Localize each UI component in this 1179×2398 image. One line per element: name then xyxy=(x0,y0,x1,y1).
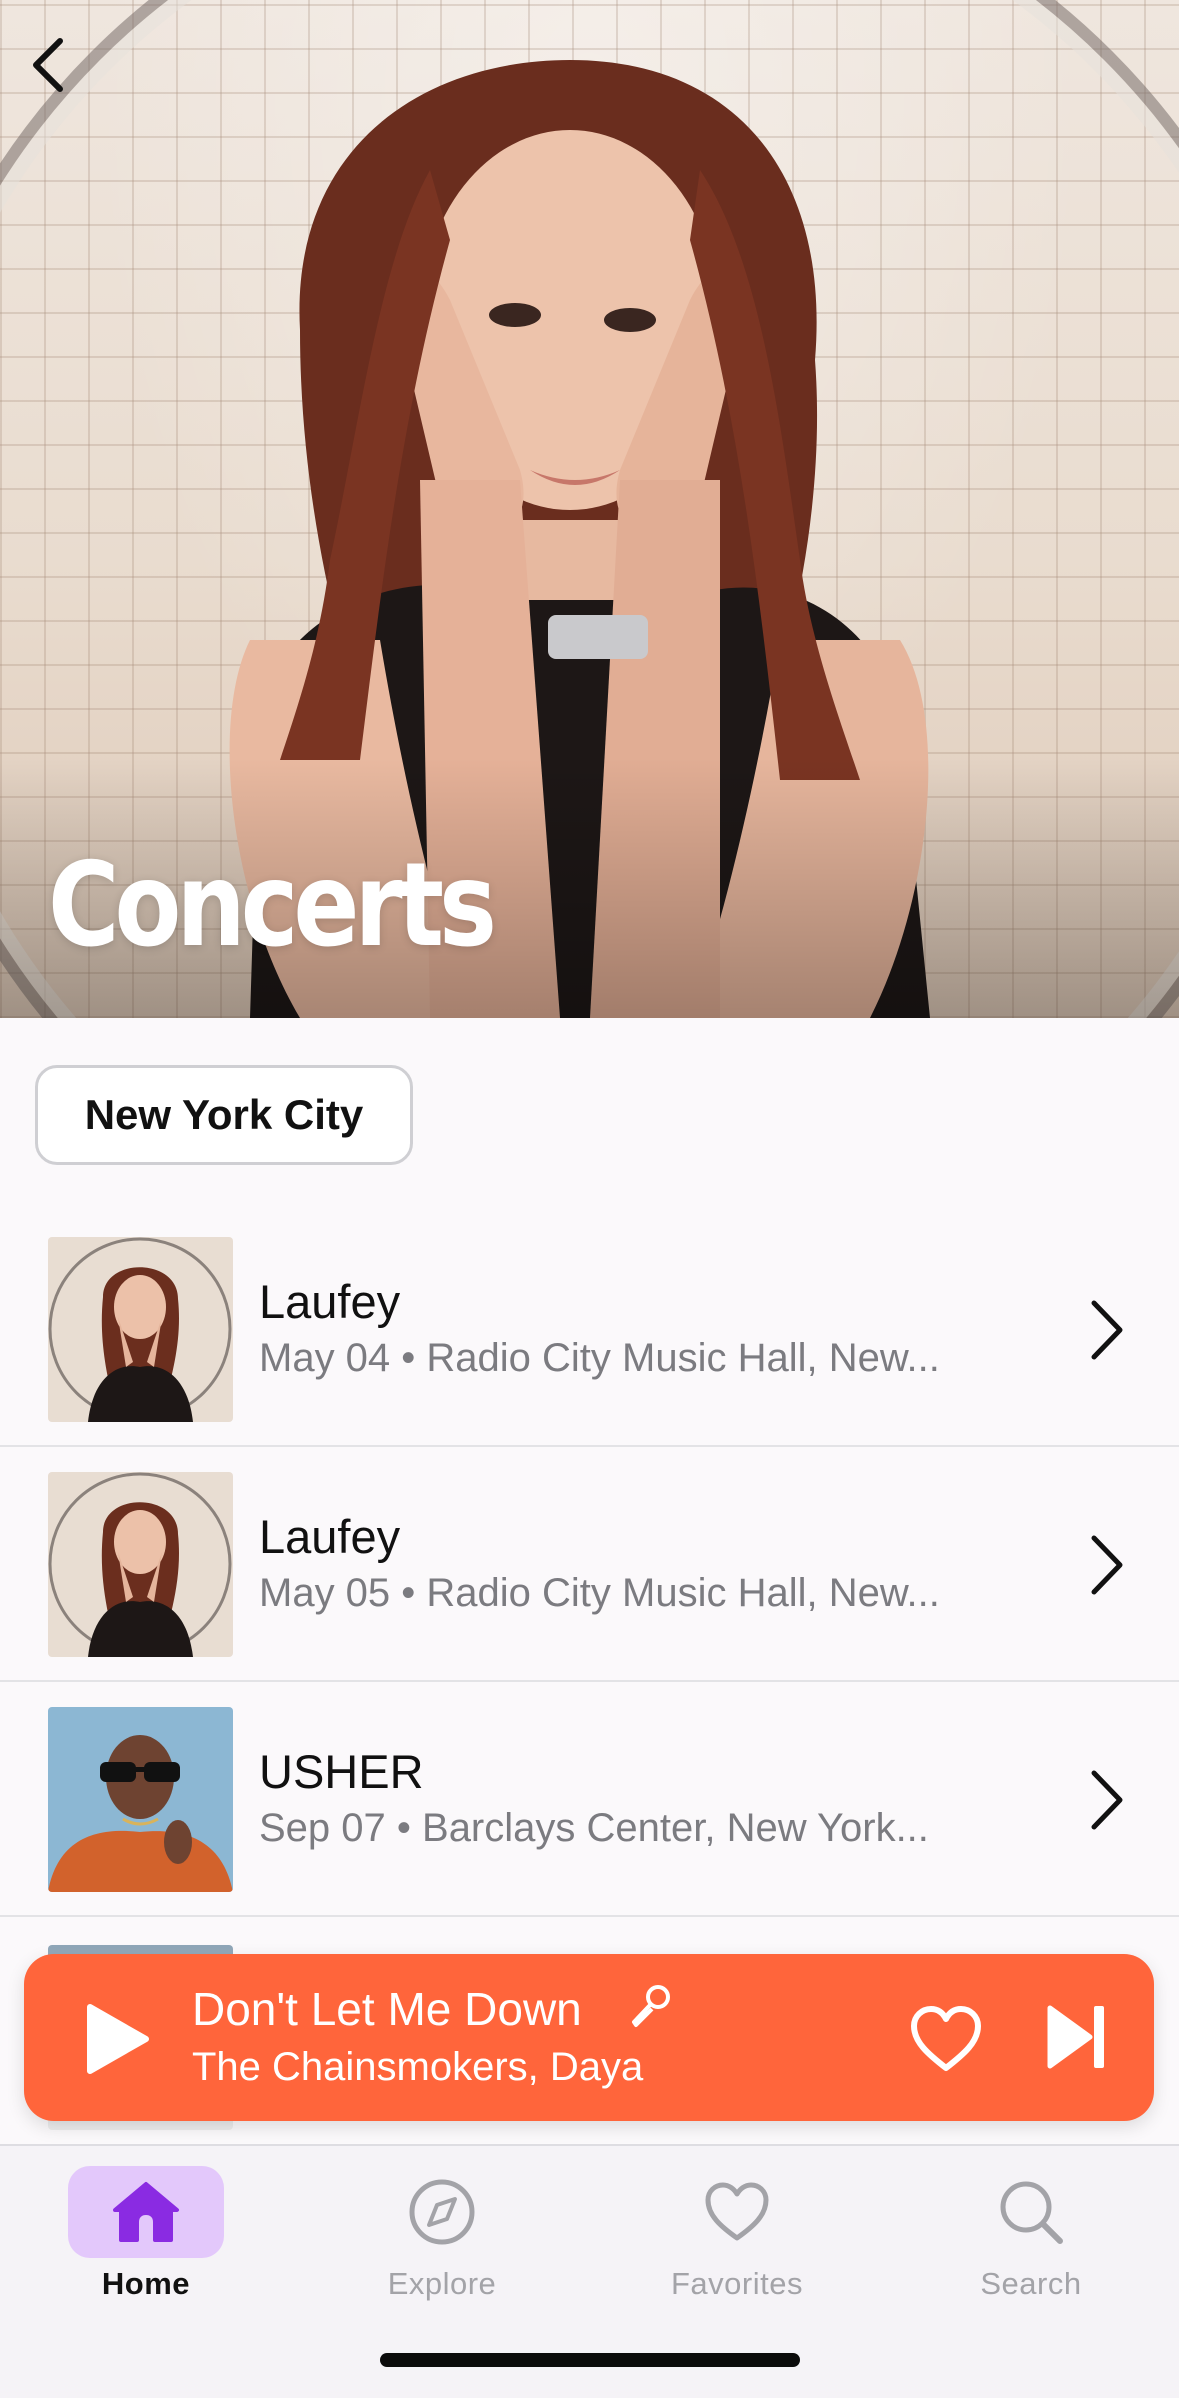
concert-artist: Laufey xyxy=(259,1510,401,1563)
house-icon xyxy=(113,2182,179,2242)
tab-explore-label: Explore xyxy=(387,2266,497,2301)
hero-banner: Concerts xyxy=(0,0,1179,1018)
chevron-right-icon xyxy=(1091,1300,1123,1360)
now-playing-title: Don't Let Me Down xyxy=(192,1983,582,2035)
tab-home[interactable]: Home xyxy=(35,2156,235,2301)
now-playing-bar[interactable]: Don't Let Me Down The Chainsmokers, Daya xyxy=(24,1954,1154,2121)
concert-details: Sep 07 • Barclays Center, New York... xyxy=(259,1806,929,1850)
tab-home-label: Home xyxy=(101,2266,191,2301)
artist-thumbnail xyxy=(48,1472,233,1657)
tab-favorites-icon-area xyxy=(659,2166,815,2258)
tab-search-icon-area xyxy=(953,2166,1109,2258)
tab-home-highlight xyxy=(68,2166,224,2258)
tab-favorites[interactable]: Favorites xyxy=(626,2156,826,2301)
location-filter-button[interactable]: New York City xyxy=(35,1065,413,1165)
artist-thumbnail xyxy=(48,1237,233,1422)
tab-explore[interactable]: Explore xyxy=(331,2156,531,2301)
home-indicator xyxy=(380,2353,800,2367)
now-playing-artist: The Chainsmokers, Daya xyxy=(192,2045,644,2089)
next-track-icon[interactable] xyxy=(1044,2002,1110,2072)
concert-row[interactable]: USHER Sep 07 • Barclays Center, New York… xyxy=(0,1682,1179,1917)
laufey-thumbnail-image xyxy=(48,1472,233,1657)
concert-row[interactable]: Laufey May 04 • Radio City Music Hall, N… xyxy=(0,1212,1179,1447)
heart-icon[interactable] xyxy=(908,2004,984,2074)
tab-explore-icon-area xyxy=(364,2166,520,2258)
artist-thumbnail xyxy=(48,1707,233,1892)
compass-icon xyxy=(409,2179,475,2245)
microphone-icon xyxy=(632,1985,670,2027)
heart-icon xyxy=(705,2182,769,2241)
page-title: Concerts xyxy=(48,838,497,973)
concert-row[interactable]: Laufey May 05 • Radio City Music Hall, N… xyxy=(0,1447,1179,1682)
concert-details: May 04 • Radio City Music Hall, New... xyxy=(259,1336,940,1380)
back-button[interactable] xyxy=(18,30,78,100)
concert-artist: USHER xyxy=(259,1745,424,1798)
play-icon[interactable] xyxy=(76,1999,156,2079)
chevron-right-icon xyxy=(1091,1770,1123,1830)
usher-thumbnail-image xyxy=(48,1707,233,1892)
laufey-thumbnail-image xyxy=(48,1237,233,1422)
chevron-left-icon xyxy=(33,38,63,92)
chevron-right-icon xyxy=(1091,1535,1123,1595)
concert-artist: Laufey xyxy=(259,1275,401,1328)
search-icon xyxy=(1000,2181,1063,2244)
tab-favorites-label: Favorites xyxy=(671,2266,803,2301)
concert-details: May 05 • Radio City Music Hall, New... xyxy=(259,1571,940,1615)
tab-search-label: Search xyxy=(980,2266,1082,2301)
tab-search[interactable]: Search xyxy=(920,2156,1120,2301)
